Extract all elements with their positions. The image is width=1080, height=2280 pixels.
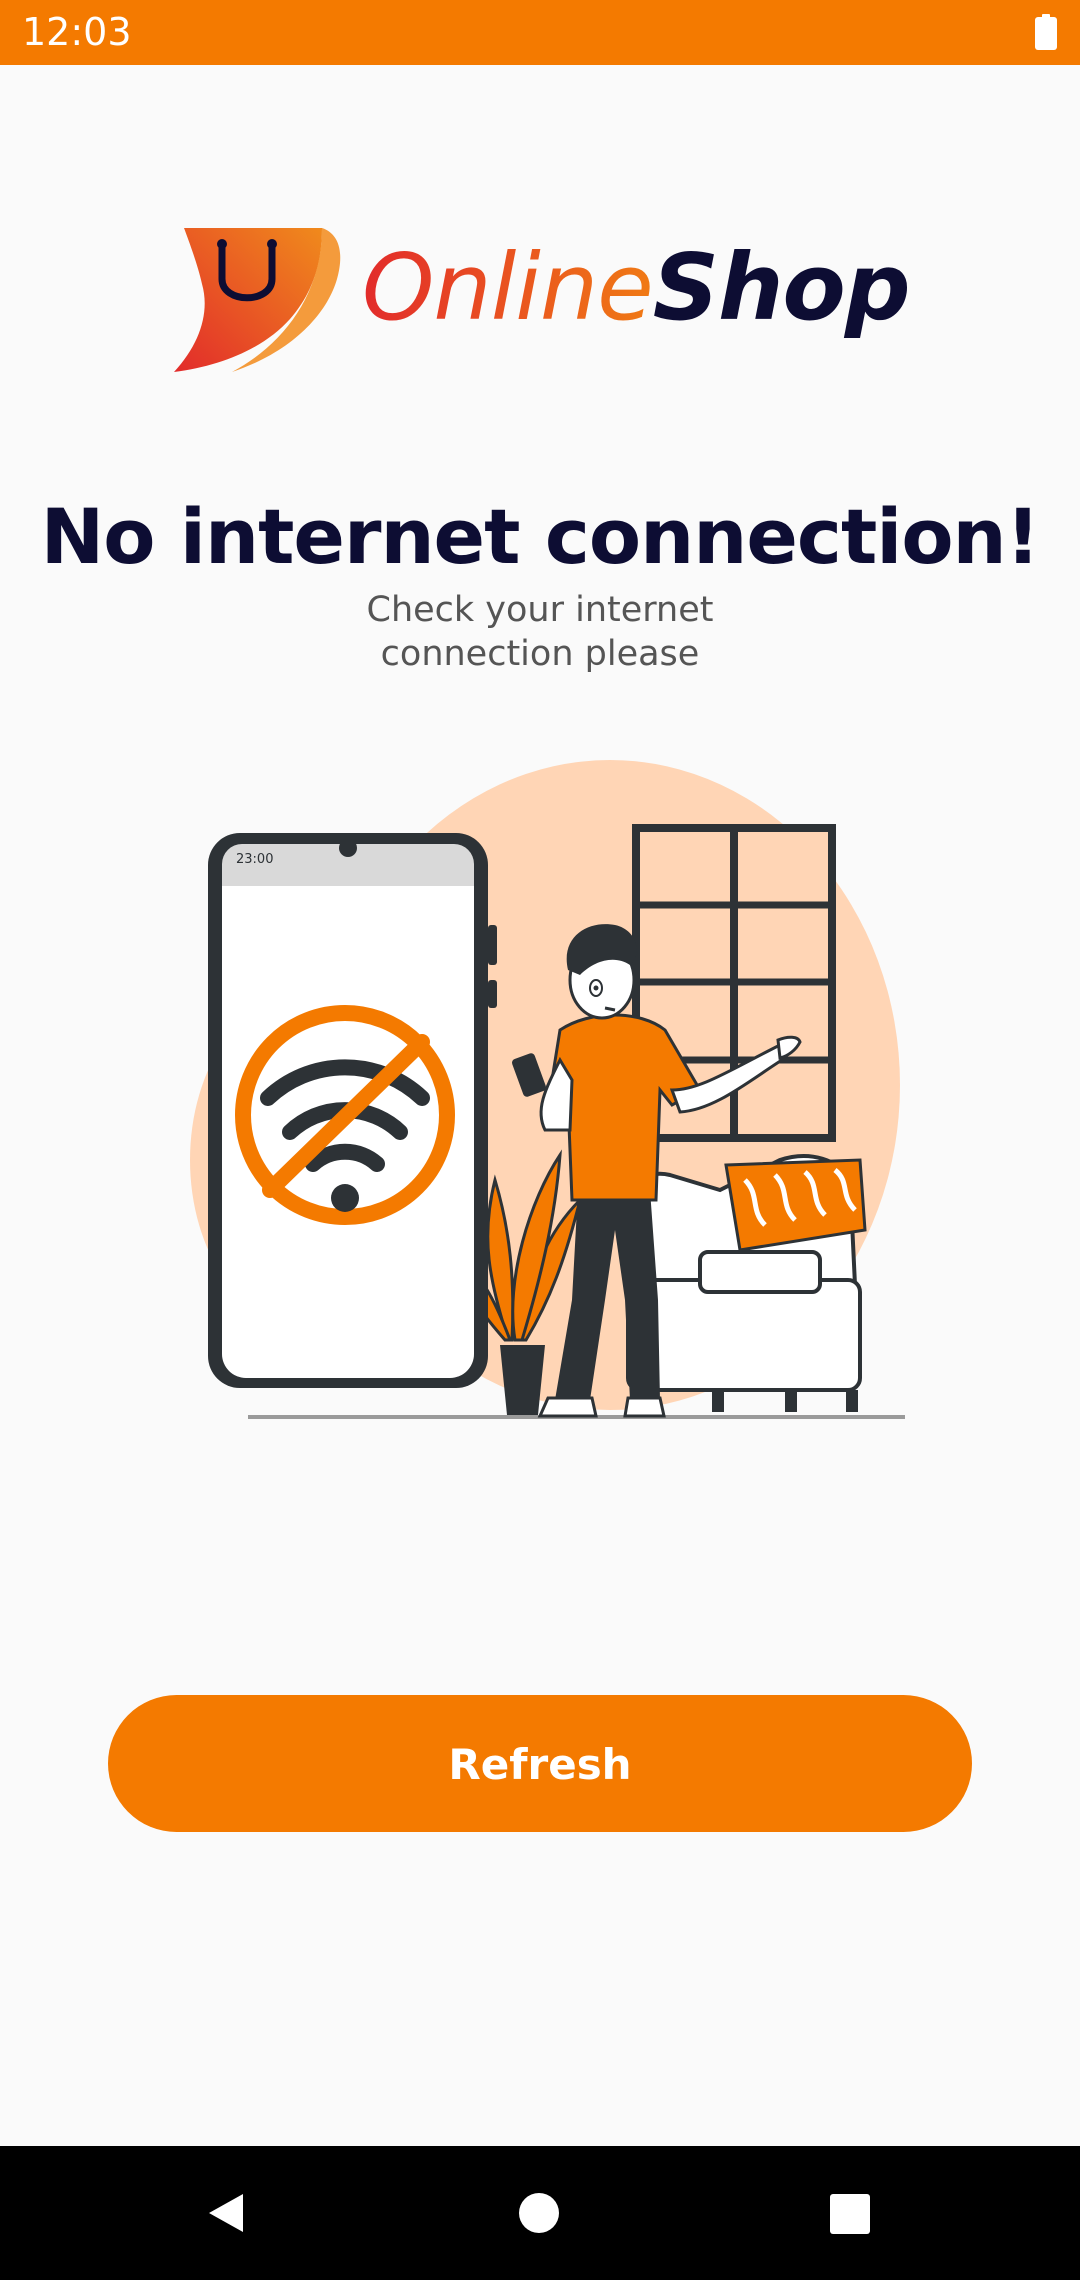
armchair-illustration [625,1154,867,1412]
back-triangle-icon[interactable] [203,2190,249,2236]
logo-text-online: Online [362,234,654,341]
logo-wordmark: OnlineShop [362,242,911,334]
app-logo: OnlineShop [172,224,912,374]
status-bar: 12:03 [0,0,1080,65]
phone-illustration: 23:00 [208,833,497,1388]
refresh-button[interactable]: Refresh [108,1695,972,1832]
home-circle-icon[interactable] [517,2191,561,2235]
battery-full-icon [1035,14,1057,50]
no-connection-screen: 12:03 OnlineShop No internet connection! [0,0,1080,2280]
subtitle-line-2: connection please [380,634,700,674]
system-nav-bar [0,2146,1080,2280]
phone-illustration-time: 23:00 [236,852,273,867]
logo-text-shop: Shop [652,234,911,341]
page-subtitle: Check your internet connection please [290,588,790,676]
status-time: 12:03 [22,10,132,54]
page-title: No internet connection! [40,492,1041,581]
subtitle-line-1: Check your internet [366,590,714,630]
recents-square-icon[interactable] [828,2192,872,2236]
shopping-bag-icon [174,228,341,372]
no-internet-illustration: 23:00 [190,760,905,1420]
